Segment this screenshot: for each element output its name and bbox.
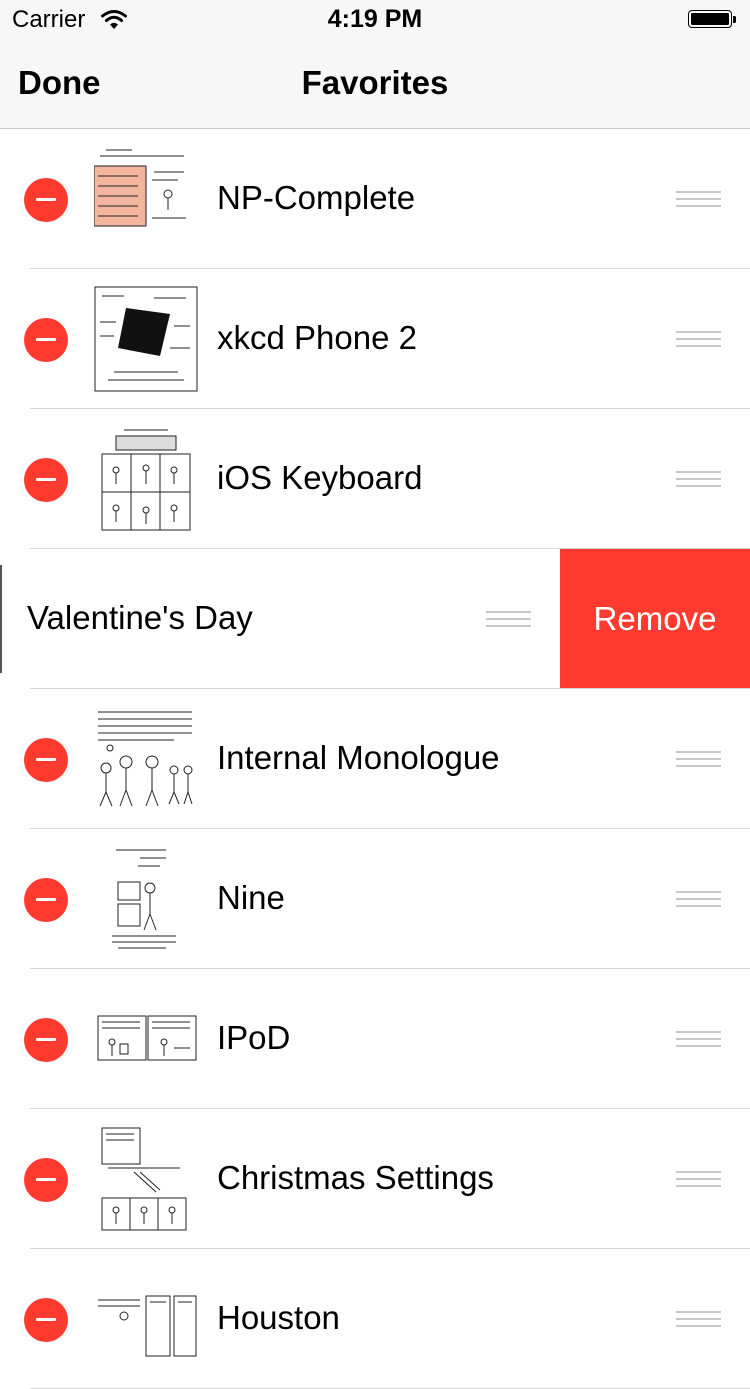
status-bar: Carrier 4:19 PM — [0, 0, 750, 40]
item-title: Nine — [217, 879, 285, 916]
reorder-handle-icon[interactable] — [676, 1311, 721, 1327]
reorder-handle-icon[interactable] — [676, 471, 721, 487]
delete-control-icon[interactable] — [24, 318, 68, 362]
item-title: xkcd Phone 2 — [217, 319, 417, 356]
reorder-handle-icon[interactable] — [676, 191, 721, 207]
delete-control-icon[interactable] — [24, 1018, 68, 1062]
list-item[interactable]: Nine — [0, 829, 750, 969]
list-item[interactable]: xkcd Phone 2 — [0, 269, 750, 409]
delete-control-icon[interactable] — [24, 178, 68, 222]
item-title: Christmas Settings — [217, 1159, 494, 1196]
reorder-handle-icon[interactable] — [676, 1171, 721, 1187]
delete-control-icon[interactable] — [24, 458, 68, 502]
comic-thumbnail — [94, 846, 198, 952]
list-item[interactable]: iOS Keyboard — [0, 409, 750, 549]
delete-control-icon[interactable] — [24, 1298, 68, 1342]
item-title: Valentine's Day — [27, 599, 253, 636]
list-item[interactable]: Internal Monologue — [0, 689, 750, 829]
delete-control-icon[interactable] — [24, 1158, 68, 1202]
status-time: 4:19 PM — [327, 5, 423, 33]
swiped-row-content[interactable]: Valentine's Day — [0, 549, 560, 689]
remove-button[interactable]: Remove — [560, 549, 750, 689]
item-title: iOS Keyboard — [217, 459, 423, 496]
item-title: IPoD — [217, 1019, 291, 1056]
list-item[interactable]: Houston — [0, 1249, 750, 1389]
reorder-handle-icon[interactable] — [486, 611, 531, 627]
item-title: Internal Monologue — [217, 739, 500, 776]
reorder-handle-icon[interactable] — [676, 1031, 721, 1047]
delete-control-icon[interactable] — [24, 738, 68, 782]
list-item[interactable]: IPoD — [0, 969, 750, 1109]
page-title: Favorites — [301, 64, 449, 101]
comic-thumbnail — [94, 286, 198, 392]
favorites-list: NP-Complete xkcd Phone 2 iOS Keyboard Va… — [0, 129, 750, 1389]
comic-thumbnail — [93, 146, 198, 252]
comic-thumbnail — [94, 1126, 198, 1232]
item-title: Houston — [217, 1299, 340, 1336]
comic-thumbnail — [94, 986, 198, 1092]
list-item[interactable]: NP-Complete — [0, 129, 750, 269]
comic-thumbnail — [94, 706, 198, 812]
list-item-swiped[interactable]: Valentine's Day Remove — [0, 549, 750, 689]
comic-thumbnail — [94, 1266, 198, 1372]
comic-thumbnail — [94, 426, 198, 532]
delete-control-icon[interactable] — [24, 878, 68, 922]
list-item[interactable]: Christmas Settings — [0, 1109, 750, 1249]
reorder-handle-icon[interactable] — [676, 751, 721, 767]
item-title: NP-Complete — [217, 179, 416, 216]
reorder-handle-icon[interactable] — [676, 891, 721, 907]
reorder-handle-icon[interactable] — [676, 331, 721, 347]
battery-icon — [688, 10, 738, 30]
navigation-bar: Done Favorites — [0, 40, 750, 129]
